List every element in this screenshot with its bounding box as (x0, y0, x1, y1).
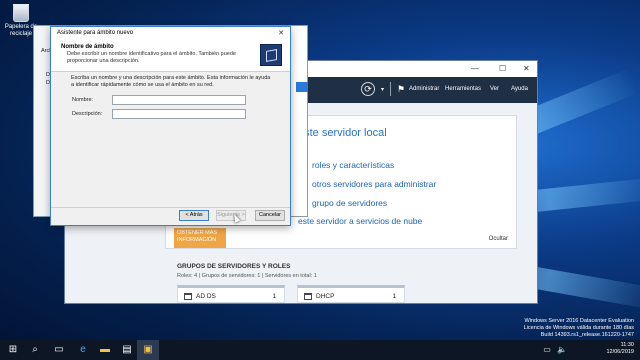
ie-browser-icon[interactable]: e (76, 343, 90, 357)
file-explorer-icon[interactable]: ▬ (98, 343, 112, 357)
recycle-bin-icon (13, 4, 29, 22)
selected-row (296, 82, 308, 92)
menu-ver[interactable]: Ver (490, 86, 499, 92)
role-tile-adds[interactable]: AD DS 1 (177, 285, 285, 303)
wizard-header: Nombre de ámbito Debe escribir un nombre… (51, 40, 290, 72)
description-label: Descripción: (72, 111, 103, 117)
watermark-line: Windows Server 2016 Datacenter Evaluatio… (524, 318, 634, 324)
role-name: AD DS (196, 293, 216, 300)
dropdown-icon[interactable]: ▾ (381, 86, 384, 93)
separator (390, 82, 392, 96)
speaker-icon[interactable]: 🔈 (555, 343, 569, 357)
watermark-line: Build 14393.rs1_release.161220-1747 (540, 332, 634, 338)
maximize-button[interactable]: ☐ (499, 64, 506, 73)
menu-herramientas[interactable]: Herramientas (445, 86, 481, 92)
wizard-titlebar: Asistente para ámbito nuevo ✕ (51, 27, 290, 40)
role-name: DHCP (316, 293, 335, 300)
wizard-heading: Nombre de ámbito (61, 44, 114, 50)
menu-administrar[interactable]: Administrar (409, 86, 439, 92)
quick-start-title: este servidor local (298, 127, 387, 139)
quick-start-item[interactable]: roles y características (312, 160, 394, 170)
menu-ayuda[interactable]: Ayuda (511, 86, 528, 92)
groups-title: GRUPOS DE SERVIDORES Y ROLES (177, 263, 291, 270)
header-icons: ⟳ ▾ ⚑ (361, 82, 405, 96)
wizard-title: Asistente para ámbito nuevo (57, 30, 134, 36)
name-input[interactable] (112, 95, 246, 105)
back-button[interactable]: < Atrás (179, 210, 209, 221)
description-input[interactable] (112, 109, 246, 119)
edition-watermark: Windows Server 2016 Datacenter Evaluatio… (524, 318, 634, 339)
wizard-subheading: Debe escribir un nombre identificativo p… (67, 51, 236, 64)
server-icon (184, 293, 192, 300)
quick-start-item[interactable]: grupo de servidores (312, 198, 387, 208)
task-view-icon[interactable]: ▭ (52, 343, 66, 357)
flag-icon[interactable]: ⚑ (397, 84, 405, 95)
role-count: 1 (392, 293, 396, 300)
search-icon[interactable]: ⌕ (28, 343, 42, 357)
cancel-button[interactable]: Cancelar (255, 210, 285, 221)
minimize-button[interactable]: — (471, 64, 479, 73)
system-clock[interactable]: 11:30 12/06/2019 (606, 342, 634, 356)
start-windows-icon[interactable]: ⊞ (6, 343, 20, 357)
role-count: 1 (272, 293, 276, 300)
close-button[interactable]: ✕ (523, 64, 530, 73)
wizard-logo-icon (260, 44, 282, 66)
dhcp-icon[interactable]: ▣ (141, 343, 155, 357)
more-info-link[interactable]: OBTENER MÁS INFORMACIÓN (174, 228, 226, 248)
quick-start-item[interactable]: otros servidores para administrar (312, 179, 436, 189)
name-label: Nombre: (72, 97, 94, 103)
new-scope-wizard: Asistente para ámbito nuevo ✕ Nombre de … (50, 26, 291, 226)
close-icon[interactable]: ✕ (278, 29, 284, 37)
network-icon[interactable]: ▭ (540, 343, 554, 357)
groups-subtitle: Roles: 4 | Grupos de servidores: 1 | Ser… (177, 273, 317, 279)
taskbar: ⊞ ⌕ ▭ e ▬ ▤ ▣ 11:30 12/06/2019 🔈 ▭ (0, 340, 640, 360)
clock-time: 11:30 (620, 342, 634, 348)
quick-start-item[interactable]: este servidor a servicios de nube (298, 216, 422, 226)
hide-link[interactable]: Ocultar (489, 236, 508, 242)
role-tile-dhcp[interactable]: DHCP 1 (297, 285, 405, 303)
wizard-description: Escriba un nombre y una descripción para… (71, 75, 271, 88)
server-manager-icon[interactable]: ▤ (120, 343, 134, 357)
refresh-icon[interactable]: ⟳ (361, 82, 375, 96)
watermark-line: Licencia de Windows válida durante 180 d… (523, 325, 634, 331)
clock-date: 12/06/2019 (606, 349, 634, 355)
wizard-footer-divider (51, 207, 290, 208)
server-icon (304, 293, 312, 300)
